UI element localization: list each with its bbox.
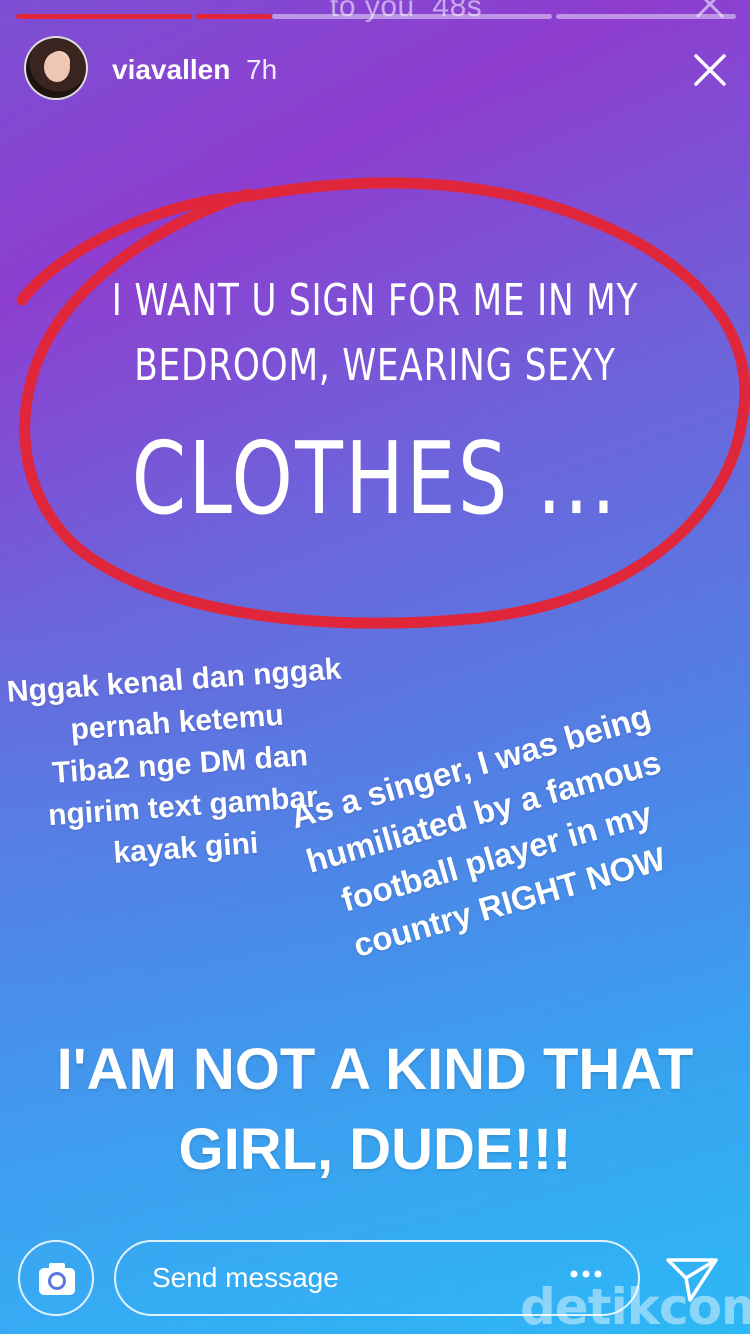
quote-line-2: BEDROOM, WEARING SEXY bbox=[134, 340, 616, 391]
close-icon[interactable] bbox=[690, 50, 730, 90]
send-message-placeholder: Send message bbox=[152, 1262, 339, 1293]
red-circle-annotation bbox=[16, 177, 750, 629]
caption-big-line: GIRL, DUDE!!! bbox=[178, 1117, 572, 1182]
story-progress bbox=[16, 14, 736, 19]
watermark-logo: detikcom bbox=[520, 1278, 750, 1334]
avatar[interactable] bbox=[24, 36, 88, 100]
progress-segment bbox=[16, 14, 192, 19]
caption-big-line: I'AM NOT A KIND THAT bbox=[56, 1037, 694, 1102]
quote-line-3: CLOTHES ... bbox=[131, 420, 619, 537]
progress-segment bbox=[196, 14, 272, 19]
camera-button[interactable] bbox=[18, 1240, 94, 1316]
camera-icon bbox=[39, 1263, 75, 1295]
quote-line-1: I WANT U SIGN FOR ME IN MY bbox=[111, 275, 639, 326]
ghost-header-time: 48s bbox=[432, 0, 483, 23]
username[interactable]: viavallen bbox=[112, 54, 230, 86]
story-header: viavallen 7h bbox=[0, 36, 750, 102]
progress-segment bbox=[556, 14, 736, 19]
caption-big: I'AM NOT A KIND THAT GIRL, DUDE!!! bbox=[0, 1030, 750, 1190]
ghost-header: to you 48s bbox=[330, 0, 482, 24]
progress-segment bbox=[272, 14, 552, 19]
ghost-header-text: to you bbox=[330, 0, 415, 23]
post-time: 7h bbox=[246, 54, 278, 85]
story-background: to you 48s viavallen 7h I WANT U SIGN FO… bbox=[0, 0, 750, 1334]
